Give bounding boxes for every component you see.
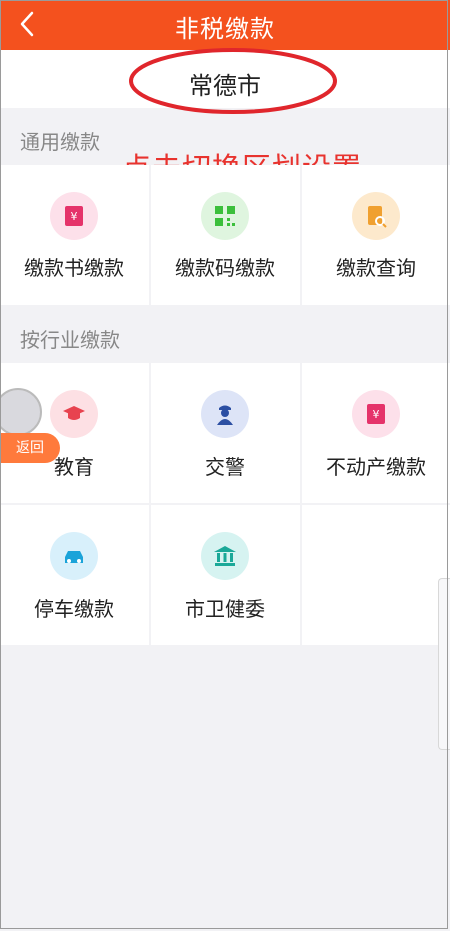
annotation-circle [129,48,337,114]
svg-text:¥: ¥ [71,210,78,223]
robot-mascot-icon [0,388,42,436]
title-bar: 非税缴款 [0,0,450,50]
item-label: 市卫健委 [185,597,265,621]
car-icon [50,532,98,580]
section-title-industry: 按行业缴款 [20,328,120,352]
side-drawer-handle[interactable] [438,578,450,750]
item-label: 缴款查询 [336,256,416,280]
traffic-police-button[interactable]: 交警 [151,363,299,503]
government-building-icon [201,532,249,580]
item-label: 停车缴款 [34,597,114,621]
industry-grid: 教育 交警 ¥ 不动产缴款 停车缴款 市卫健委 [0,363,450,645]
page-title: 非税缴款 [175,15,275,43]
item-label: 缴款码缴款 [175,256,275,280]
health-commission-button[interactable]: 市卫健委 [151,505,299,645]
real-estate-button[interactable]: ¥ 不动产缴款 [302,363,450,503]
divider [0,503,450,505]
search-document-icon [352,192,400,240]
floating-back-button[interactable]: 返回 [0,388,62,478]
parking-button[interactable]: 停车缴款 [0,505,148,645]
divider [149,165,151,305]
region-selector[interactable]: 常德市 [0,48,450,114]
divider [300,165,302,305]
police-officer-icon [201,390,249,438]
payment-code-button[interactable]: 缴款码缴款 [151,165,299,305]
payment-notice-button[interactable]: ¥ 缴款书缴款 [0,165,148,305]
section-title-common: 通用缴款 [20,130,100,154]
svg-text:¥: ¥ [373,408,380,421]
receipt-icon: ¥ [352,390,400,438]
payment-query-button[interactable]: 缴款查询 [302,165,450,305]
item-label: 缴款书缴款 [24,256,124,280]
receipt-icon: ¥ [50,192,98,240]
item-label: 交警 [205,455,245,479]
qr-code-icon [201,192,249,240]
floating-back-label[interactable]: 返回 [0,433,60,463]
item-label: 不动产缴款 [326,455,426,479]
common-grid: ¥ 缴款书缴款 缴款码缴款 缴款查询 [0,165,450,305]
